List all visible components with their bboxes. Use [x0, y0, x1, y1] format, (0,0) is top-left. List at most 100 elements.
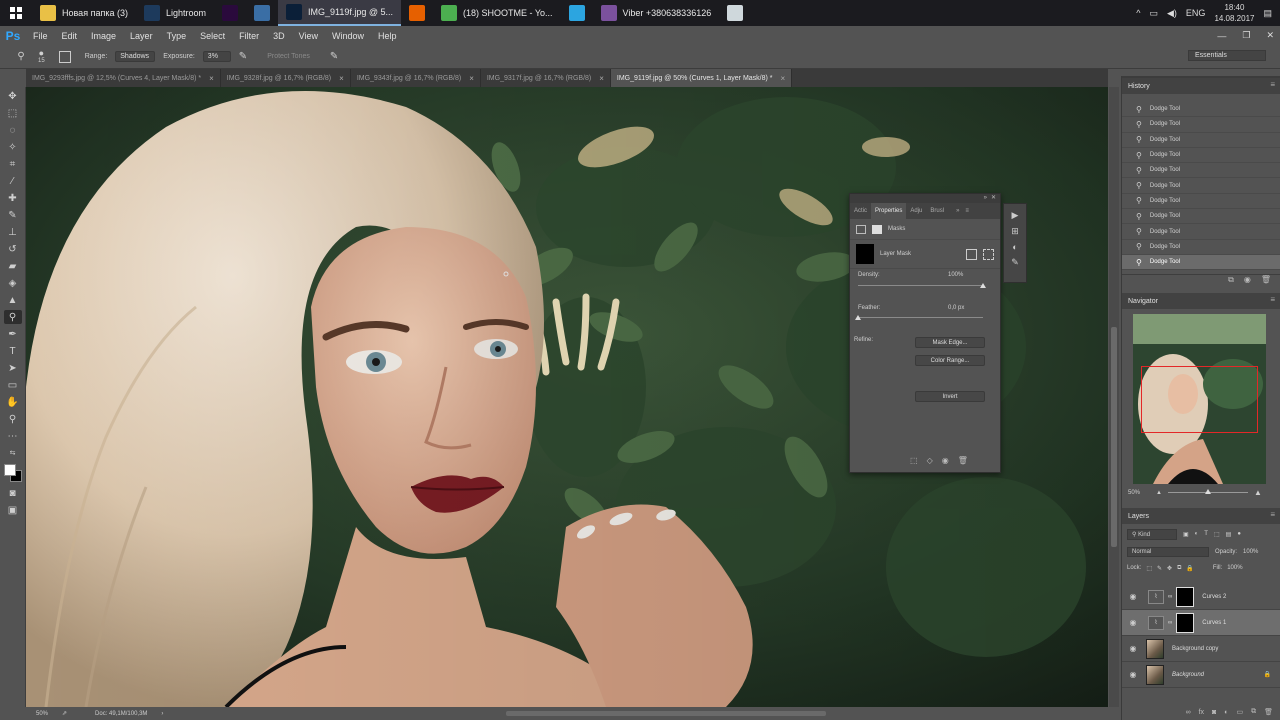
rectangle-tool-icon[interactable]: ▭ — [4, 378, 22, 392]
clone-stamp-tool-icon[interactable]: ⊥ — [4, 225, 22, 239]
type-tool-icon[interactable]: T — [4, 344, 22, 358]
taskbar-item[interactable] — [561, 0, 593, 26]
menu-type[interactable]: Type — [160, 31, 194, 41]
clock[interactable]: 18:40 14.08.2017 — [1214, 2, 1254, 24]
history-state[interactable]: ⚲ Dodge Tool — [1122, 209, 1280, 225]
navigator-zoom-slider[interactable] — [1167, 489, 1248, 494]
add-vector-mask-icon[interactable] — [983, 248, 994, 260]
tab-properties[interactable]: Properties — [871, 203, 907, 219]
filter-pixel-icon[interactable]: ▣ — [1183, 531, 1189, 538]
hand-tool-icon[interactable]: ✋ — [4, 395, 22, 409]
filter-shape-icon[interactable]: ⬚ — [1214, 531, 1220, 538]
document-tab[interactable]: IMG_9328f.jpg @ 16,7% (RGB/8) × — [221, 69, 351, 87]
filter-adjustment-icon[interactable]: ◐ — [1195, 531, 1199, 537]
density-value[interactable]: 100% — [948, 272, 963, 278]
visibility-eye-icon[interactable]: ◉ — [1128, 670, 1138, 679]
document-tab[interactable]: IMG_9317f.jpg @ 16,7% (RGB/8) × — [481, 69, 611, 87]
layers-panel-tab[interactable]: Layers ≡ — [1122, 508, 1280, 524]
panel-menu-icon[interactable]: ≡ — [965, 208, 969, 214]
close-tab-icon[interactable]: × — [339, 74, 344, 83]
export-icon[interactable]: ⇗ — [62, 710, 67, 717]
add-mask-icon[interactable]: ◙ — [1212, 709, 1216, 716]
start-button[interactable] — [0, 0, 32, 26]
eyedropper-tool-icon[interactable]: ⁄ — [4, 174, 22, 188]
screen-mode-icon[interactable]: ▣ — [4, 503, 22, 517]
history-state[interactable]: ⚲ Dodge Tool — [1122, 148, 1280, 164]
menu-file[interactable]: File — [26, 31, 55, 41]
layer-row[interactable]: ◉ ⌇ ∞ Curves 1 — [1122, 610, 1280, 636]
blur-tool-icon[interactable]: ▲ — [4, 293, 22, 307]
vector-mask-icon[interactable] — [872, 224, 882, 234]
network-icon[interactable]: ▭ — [1149, 8, 1158, 19]
restore-button[interactable]: ❐ — [1242, 30, 1250, 41]
zoom-in-icon[interactable]: ▲ — [1254, 488, 1262, 497]
close-tab-icon[interactable]: × — [599, 74, 604, 83]
layer-mask-thumbnail[interactable] — [1176, 586, 1195, 607]
menu-image[interactable]: Image — [84, 31, 123, 41]
brush-panel-icon[interactable] — [58, 50, 71, 63]
close-tab-icon[interactable]: × — [209, 74, 214, 83]
pixel-mask-icon[interactable] — [856, 224, 866, 234]
mask-edge-button[interactable]: Mask Edge... — [915, 337, 985, 348]
menu-layer[interactable]: Layer — [123, 31, 160, 41]
document-tab[interactable]: IMG_9293fffs.jpg @ 12,5% (Curves 4, Laye… — [26, 69, 221, 87]
eraser-tool-icon[interactable]: ▰ — [4, 259, 22, 273]
lock-all-icon[interactable]: 🔒 — [1186, 565, 1193, 572]
tab-brush[interactable]: Brusl — [926, 203, 948, 219]
visibility-eye-icon[interactable]: ◉ — [1128, 618, 1138, 627]
history-state[interactable]: ⚲ Dodge Tool — [1122, 178, 1280, 194]
feather-thumb[interactable] — [855, 315, 861, 320]
toggle-mask-icon[interactable]: ◉ — [942, 456, 949, 465]
navigator-panel-tab[interactable]: Navigator ≡ — [1122, 293, 1280, 309]
lock-position-icon[interactable]: ✥ — [1167, 565, 1172, 572]
fill-value[interactable]: 100% — [1227, 565, 1242, 571]
taskbar-item[interactable] — [214, 0, 246, 26]
layer-mask-thumbnail[interactable] — [1176, 612, 1195, 633]
load-selection-icon[interactable]: ⬚ — [910, 456, 918, 465]
mask-link-icon[interactable]: ∞ — [1168, 594, 1172, 600]
delete-state-icon[interactable]: 🗑 — [1261, 275, 1271, 288]
move-tool-icon[interactable]: ✥ — [4, 89, 22, 103]
tab-adjustments[interactable]: Adju — [906, 203, 926, 219]
brush-settings-icon[interactable]: ✎ — [1011, 257, 1019, 268]
filter-kind-select[interactable]: ⚲ Kind — [1127, 528, 1177, 540]
mask-link-icon[interactable]: ∞ — [1168, 620, 1172, 626]
collapse-icon[interactable]: » — [984, 194, 987, 203]
lock-artboard-icon[interactable]: ⧉ — [1177, 565, 1181, 572]
new-document-from-state-icon[interactable]: ⧉ — [1228, 275, 1234, 288]
menu-view[interactable]: View — [292, 31, 325, 41]
more-tabs-icon[interactable]: » — [956, 208, 959, 214]
language-indicator[interactable]: ENG — [1186, 8, 1206, 18]
layer-row[interactable]: ◉ Background copy — [1122, 636, 1280, 662]
quick-mask-icon[interactable]: ◙ — [4, 486, 22, 500]
taskbar-item[interactable] — [401, 0, 433, 26]
density-thumb[interactable] — [980, 283, 986, 288]
link-layers-icon[interactable]: ∞ — [1186, 709, 1191, 716]
menu-help[interactable]: Help — [371, 31, 404, 41]
delete-layer-icon[interactable]: 🗑 — [1264, 708, 1273, 716]
taskbar-item[interactable]: IMG_9119f.jpg @ 5... — [278, 0, 402, 26]
taskbar-item[interactable]: Lightroom — [136, 0, 214, 26]
history-brush-tool-icon[interactable]: ↺ — [4, 242, 22, 256]
adjustments-icon[interactable]: ⊞ — [1011, 226, 1019, 237]
feather-value[interactable]: 0,0 px — [948, 305, 964, 311]
tray-chevron-icon[interactable]: ^ — [1136, 8, 1140, 18]
tab-actions[interactable]: Actic — [850, 203, 871, 219]
taskbar-item[interactable]: Viber +380638336126 — [593, 0, 720, 26]
lasso-tool-icon[interactable]: ◌ — [4, 123, 22, 137]
invert-button[interactable]: Invert — [915, 391, 985, 402]
paint-bucket-tool-icon[interactable]: ◈ — [4, 276, 22, 290]
filter-type-icon[interactable]: T — [1204, 531, 1208, 537]
volume-icon[interactable]: ◀) — [1167, 8, 1177, 19]
history-menu-icon[interactable]: ≡ — [1270, 80, 1275, 89]
pressure-icon[interactable]: ✎ — [330, 51, 338, 62]
dodge-tool-icon[interactable]: ⚲ — [3, 310, 22, 324]
airbrush-icon[interactable]: ✎ — [239, 51, 247, 62]
visibility-eye-icon[interactable]: ◉ — [1128, 592, 1138, 601]
layers-menu-icon[interactable]: ≡ — [1270, 510, 1275, 519]
navigator-menu-icon[interactable]: ≡ — [1270, 295, 1275, 304]
exposure-field[interactable]: 3% — [202, 51, 231, 62]
history-state[interactable]: ⚲ Dodge Tool — [1122, 240, 1280, 255]
lock-pixels-icon[interactable]: ✎ — [1157, 565, 1162, 572]
history-state[interactable]: ⚲ Dodge Tool — [1122, 102, 1280, 118]
